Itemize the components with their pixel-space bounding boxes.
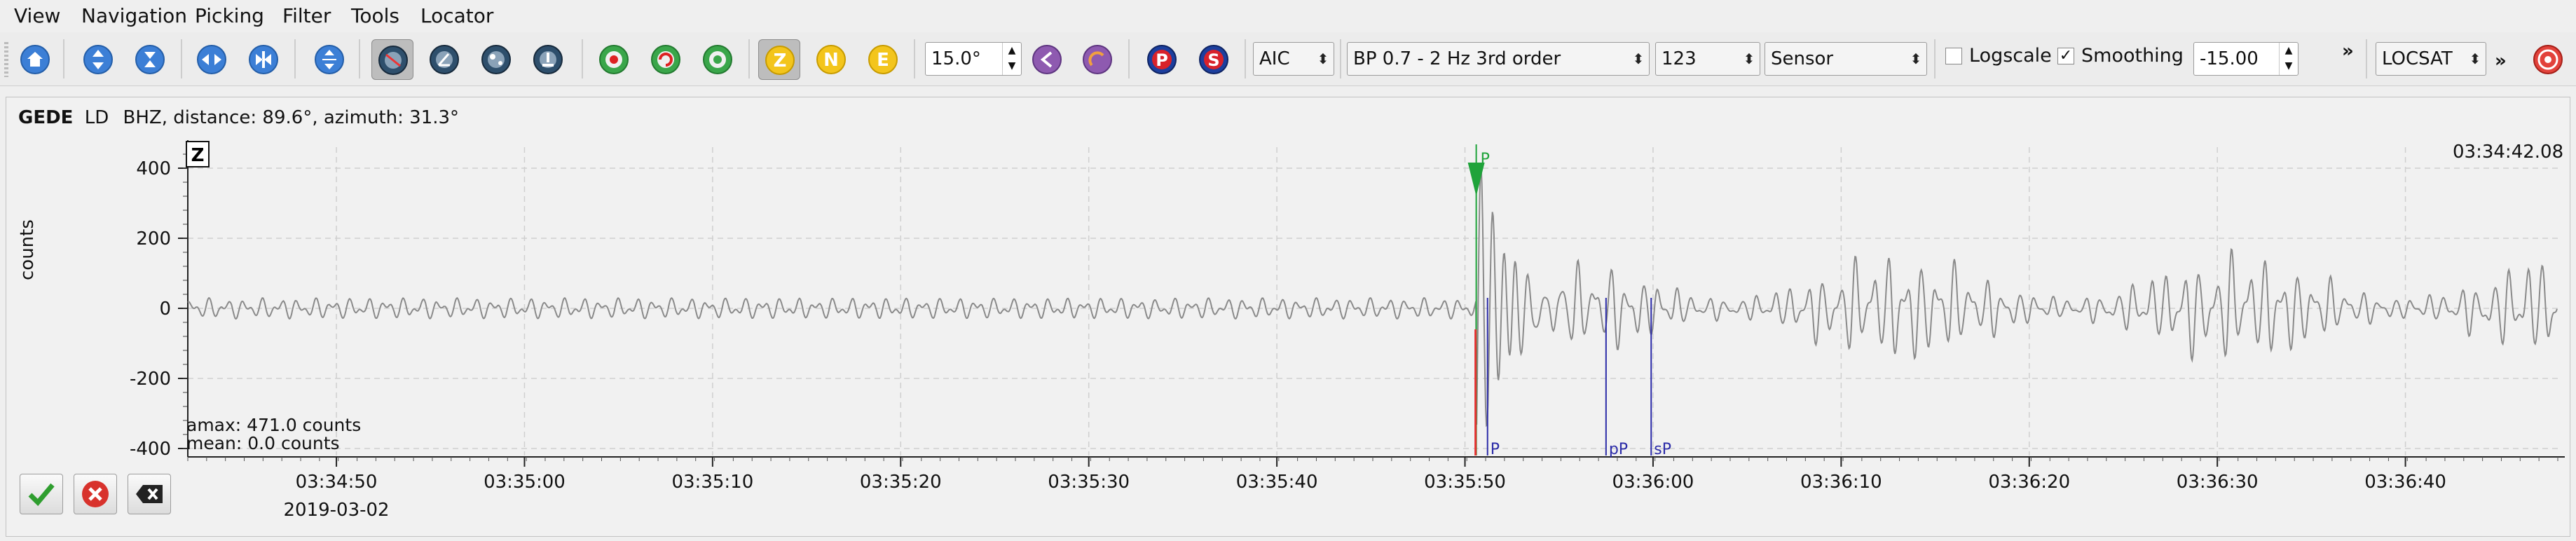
check-icon [28, 483, 55, 507]
delete-icon [136, 485, 163, 503]
mean-stat: mean: 0.0 counts [186, 433, 340, 453]
theoretical-pick-label: pP [1609, 441, 1628, 458]
x-tick-label: 03:36:20 [1988, 472, 2070, 493]
x-tick-label: 03:35:50 [1424, 472, 1506, 493]
delete-button[interactable] [128, 474, 171, 514]
axes: 400 200 0 -200 -400 03:34:50 03:35:00 03:35:10 0… [130, 140, 2565, 521]
cross-icon [82, 481, 109, 507]
y-tick-label: -200 [130, 369, 171, 390]
x-tick-label: 03:36:10 [1800, 472, 1882, 493]
component-label-box: Z [186, 141, 210, 167]
theoretical-pick-label: P [1491, 441, 1500, 458]
date-label: 2019-03-02 [283, 500, 389, 521]
y-tick-label: 400 [136, 158, 171, 179]
x-tick-label: 03:35:10 [671, 472, 753, 493]
reject-button[interactable] [74, 474, 117, 514]
theoretical-pick-label: sP [1654, 441, 1671, 458]
accept-button[interactable] [20, 474, 63, 514]
x-tick-label: 03:35:40 [1236, 472, 1318, 493]
x-tick-label: 03:36:30 [2177, 472, 2259, 493]
x-tick-label: 03:35:30 [1048, 472, 1130, 493]
x-tick-label: 03:36:40 [2364, 472, 2446, 493]
y-tick-label: 0 [159, 299, 171, 320]
manual-pick-label: P [1481, 151, 1490, 168]
component-label: Z [191, 145, 205, 166]
waveform-chart[interactable]: 400 200 0 -200 -400 03:34:50 03:35:00 03:35:10 0… [0, 0, 2576, 541]
waveform-layer [187, 166, 2558, 427]
x-tick-label: 03:34:50 [296, 472, 378, 493]
waveform-trace [187, 166, 2558, 427]
x-tick-label: 03:35:20 [860, 472, 942, 493]
y-tick-label: -400 [130, 439, 171, 460]
x-tick-label: 03:35:00 [484, 472, 566, 493]
amax-stat: amax: 471.0 counts [186, 415, 362, 435]
y-tick-label: 200 [136, 228, 171, 249]
x-tick-label: 03:36:00 [1612, 472, 1694, 493]
